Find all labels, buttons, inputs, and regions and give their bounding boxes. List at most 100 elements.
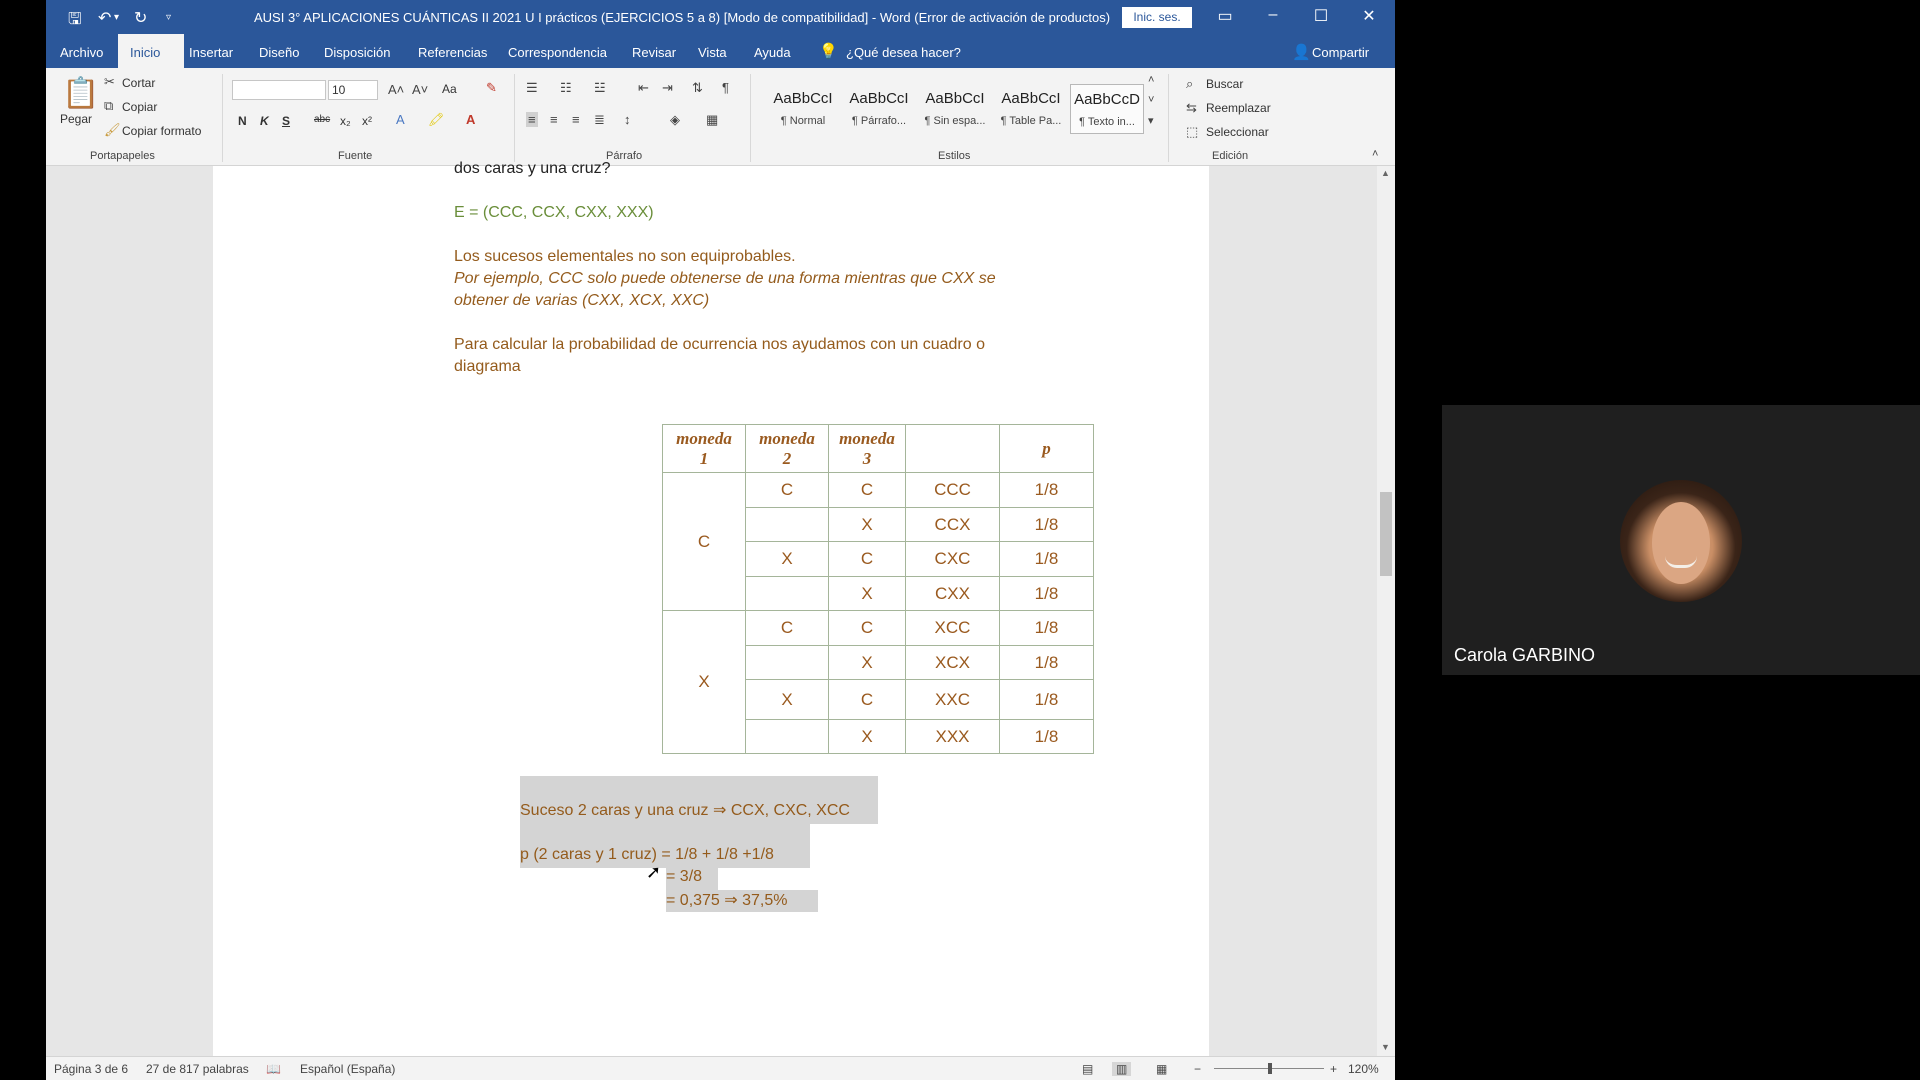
paste-icon[interactable]: 📋	[62, 76, 99, 111]
print-layout-icon[interactable]: ▥	[1112, 1062, 1132, 1076]
style-texto-independiente[interactable]: AaBbCcD ¶ Texto in...	[1070, 84, 1144, 134]
tab-vista[interactable]: Vista	[698, 45, 727, 60]
style-parrafo[interactable]: AaBbCcI ¶ Párrafo...	[842, 84, 916, 134]
subscript-button[interactable]: x₂	[340, 114, 351, 128]
text-effects-icon[interactable]: A	[396, 112, 405, 127]
borders-icon[interactable]: ▦	[706, 112, 718, 128]
zoom-level[interactable]: 120%	[1348, 1062, 1379, 1076]
select-icon[interactable]: ⬚	[1186, 124, 1198, 140]
scrollbar-thumb[interactable]	[1380, 492, 1392, 576]
increase-indent-icon[interactable]: ⇥	[662, 80, 673, 96]
strikethrough-button[interactable]: abc	[314, 114, 330, 125]
ribbon-display-options-icon[interactable]: ▭	[1210, 6, 1240, 26]
tab-revisar[interactable]: Revisar	[632, 45, 676, 60]
tab-diseno[interactable]: Diseño	[259, 45, 299, 60]
italic-button[interactable]: K	[260, 114, 269, 128]
font-size-combo[interactable]: 10	[328, 80, 378, 100]
customize-qat-icon[interactable]: ▿	[166, 12, 171, 23]
scroll-down-icon[interactable]: ▼	[1381, 1042, 1390, 1052]
align-right-icon[interactable]: ≡	[572, 112, 580, 127]
undo-icon[interactable]: ↶	[98, 8, 111, 28]
search-icon[interactable]: ⌕	[1186, 76, 1193, 92]
paste-button[interactable]: Pegar	[60, 112, 92, 126]
styles-scroll-down-icon[interactable]: ˅	[1148, 94, 1154, 106]
shrink-font-icon[interactable]: A˅	[412, 82, 428, 97]
zoom-slider-thumb[interactable]	[1268, 1063, 1272, 1074]
multilevel-list-icon[interactable]: ☳	[594, 80, 606, 96]
show-marks-icon[interactable]: ¶	[722, 80, 729, 95]
scroll-up-icon[interactable]: ▲	[1381, 168, 1390, 178]
underline-button[interactable]: S	[282, 114, 290, 128]
participant-tile[interactable]: Carola GARBINO	[1442, 405, 1920, 675]
maximize-button[interactable]: ☐	[1306, 6, 1336, 26]
format-painter-button[interactable]: Copiar formato	[122, 124, 201, 138]
find-button[interactable]: Buscar	[1206, 77, 1243, 91]
align-left-icon[interactable]: ≡	[526, 112, 538, 127]
proofing-icon[interactable]: 📖	[266, 1062, 281, 1076]
language-indicator[interactable]: Español (España)	[300, 1062, 395, 1076]
bold-button[interactable]: N	[238, 114, 247, 128]
styles-scroll-up-icon[interactable]: ˄	[1148, 74, 1154, 86]
tell-me-search[interactable]: ¿Qué desea hacer?	[846, 45, 961, 60]
tab-ayuda[interactable]: Ayuda	[754, 45, 791, 60]
table-cell: X	[745, 541, 829, 577]
change-case-button[interactable]: Aa	[442, 82, 457, 96]
tab-archivo[interactable]: Archivo	[60, 45, 103, 60]
mouse-cursor-icon: ➚	[646, 862, 662, 882]
coin1-c-cell: C	[662, 472, 746, 611]
zoom-in-icon[interactable]: +	[1330, 1062, 1337, 1076]
bullets-icon[interactable]: ☰	[526, 80, 538, 96]
font-color-icon[interactable]: A	[466, 112, 475, 127]
tab-inicio[interactable]: Inicio	[130, 45, 160, 60]
redo-icon[interactable]: ↻	[134, 8, 147, 28]
tab-insertar[interactable]: Insertar	[189, 45, 233, 60]
style-sin-espaciado[interactable]: AaBbCcI ¶ Sin espa...	[918, 84, 992, 134]
collapse-ribbon-icon[interactable]: ˄	[1372, 148, 1378, 160]
decrease-indent-icon[interactable]: ⇤	[638, 80, 649, 96]
word-count[interactable]: 27 de 817 palabras	[146, 1062, 249, 1076]
event-line: Suceso 2 caras y una cruz ⇒ CCX, CXC, XC…	[520, 802, 850, 819]
header-moneda-1: moneda 1	[662, 424, 746, 473]
zoom-out-icon[interactable]: −	[1194, 1062, 1201, 1076]
superscript-button[interactable]: x²	[362, 114, 372, 128]
word-window: 🖫 ↶ ▾ ↻ ▿ AUSI 3° APLICACIONES CUÁNTICAS…	[46, 0, 1395, 1080]
tab-referencias[interactable]: Referencias	[418, 45, 487, 60]
close-button[interactable]: ✕	[1354, 6, 1384, 26]
page-counter[interactable]: Página 3 de 6	[54, 1062, 128, 1076]
style-normal[interactable]: AaBbCcI ¶ Normal	[766, 84, 840, 134]
read-mode-icon[interactable]: ▤	[1082, 1062, 1093, 1076]
clear-format-icon[interactable]: ✎	[486, 80, 497, 96]
table-cell: 1/8	[999, 719, 1094, 754]
styles-more-icon[interactable]: ▾	[1148, 114, 1154, 127]
sign-in-button[interactable]: Inic. ses.	[1122, 7, 1192, 28]
font-name-combo[interactable]	[232, 80, 326, 100]
copy-icon[interactable]: ⧉	[104, 98, 113, 114]
shading-icon[interactable]: ◈	[670, 112, 680, 128]
tab-correspondencia[interactable]: Correspondencia	[508, 45, 607, 60]
table-cell: XXX	[905, 719, 1000, 754]
vertical-scrollbar[interactable]: ▲ ▼	[1377, 166, 1395, 1056]
cut-button[interactable]: Cortar	[122, 76, 155, 90]
highlight-icon[interactable]: 🖍	[428, 112, 445, 128]
numbering-icon[interactable]: ☷	[560, 80, 572, 96]
select-button[interactable]: Seleccionar	[1206, 125, 1269, 139]
justify-icon[interactable]: ≣	[594, 112, 605, 128]
minimize-button[interactable]: –	[1258, 6, 1288, 24]
web-layout-icon[interactable]: ▦	[1156, 1062, 1167, 1076]
align-center-icon[interactable]: ≡	[550, 112, 558, 127]
replace-button[interactable]: Reemplazar	[1206, 101, 1271, 115]
tab-disposicion[interactable]: Disposición	[324, 45, 390, 60]
copy-button[interactable]: Copiar	[122, 100, 157, 114]
cut-icon[interactable]: ✂	[104, 74, 115, 90]
document-page[interactable]: dos caras y una cruz? E = (CCC, CCX, CXX…	[213, 160, 1209, 1056]
style-table-paragraph[interactable]: AaBbCcI ¶ Table Pa...	[994, 84, 1068, 134]
sort-icon[interactable]: ⇅	[692, 80, 703, 96]
grow-font-icon[interactable]: A˄	[388, 82, 404, 97]
share-button[interactable]: Compartir	[1312, 45, 1369, 60]
separator	[1168, 74, 1169, 162]
undo-dropdown-icon[interactable]: ▾	[114, 12, 119, 23]
replace-icon[interactable]: ⇆	[1186, 100, 1197, 116]
line-spacing-icon[interactable]: ↕	[624, 112, 631, 127]
format-painter-icon[interactable]: 🖌	[104, 122, 121, 138]
save-icon[interactable]: 🖫	[68, 8, 82, 35]
